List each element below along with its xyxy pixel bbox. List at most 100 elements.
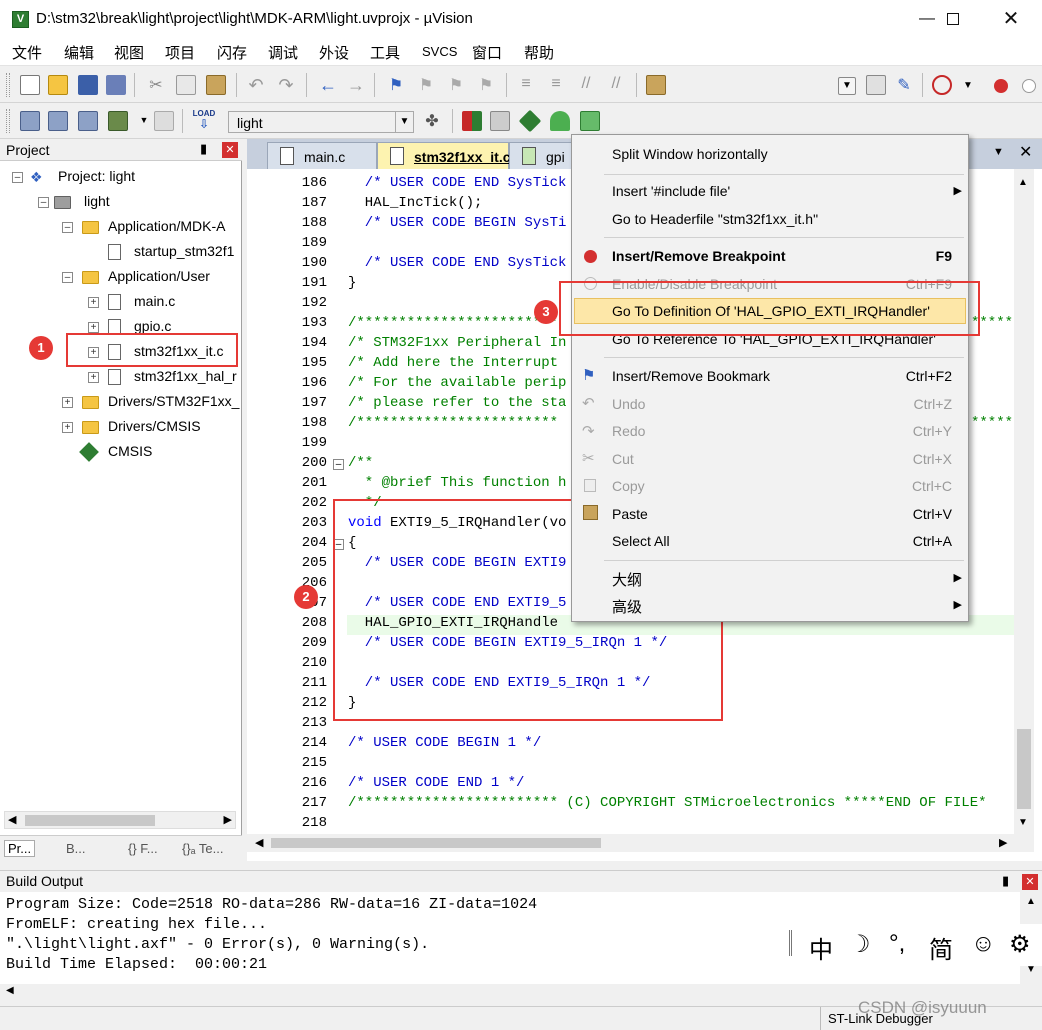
nav-back-icon[interactable]: ← bbox=[318, 75, 338, 95]
paste-icon[interactable] bbox=[206, 75, 226, 95]
tree-target-light[interactable]: light bbox=[84, 193, 110, 209]
find-icon[interactable] bbox=[866, 75, 886, 95]
manage-project-icon[interactable] bbox=[462, 111, 482, 131]
tree-component-cmsis[interactable]: CMSIS bbox=[108, 443, 152, 459]
collapse-icon[interactable]: – bbox=[62, 272, 73, 283]
tab-books[interactable]: B... bbox=[66, 841, 86, 856]
menu-debug[interactable]: 调试 bbox=[268, 42, 298, 63]
save-all-icon[interactable] bbox=[106, 75, 126, 95]
menu-item-outline[interactable]: 大纲 bbox=[612, 569, 642, 590]
pin-icon[interactable]: ▮ bbox=[200, 141, 207, 157]
gear-icon[interactable]: ⚙ bbox=[1009, 930, 1031, 959]
new-file-icon[interactable] bbox=[20, 75, 40, 95]
ime-grip[interactable] bbox=[789, 930, 792, 956]
incremental-find-icon[interactable]: ✎ bbox=[894, 75, 914, 95]
tree-group-user[interactable]: Application/User bbox=[108, 268, 210, 284]
tab-templates[interactable]: {}ₐ Te... bbox=[182, 841, 223, 856]
menu-edit[interactable]: 编辑 bbox=[64, 42, 94, 63]
batch-dropdown-icon[interactable]: ▼ bbox=[134, 115, 154, 135]
scroll-left-icon[interactable]: ◀ bbox=[6, 985, 14, 996]
tab-list-icon[interactable]: ▼ bbox=[993, 146, 1004, 158]
close-tab-icon[interactable]: ✕ bbox=[1019, 142, 1032, 162]
scroll-right-icon[interactable]: ▶ bbox=[999, 836, 1007, 849]
scroll-thumb[interactable] bbox=[271, 838, 601, 848]
uncomment-icon[interactable]: // bbox=[606, 75, 626, 95]
scroll-left-icon[interactable]: ◀ bbox=[8, 813, 16, 826]
project-hscrollbar[interactable]: ◀ ▶ bbox=[4, 811, 236, 829]
menu-tools[interactable]: 工具 bbox=[370, 42, 400, 63]
menu-help[interactable]: 帮助 bbox=[524, 42, 554, 63]
tree-group-drivers-hal[interactable]: Drivers/STM32F1xx_ bbox=[108, 393, 239, 409]
dropdown-icon[interactable]: ▼ bbox=[838, 77, 856, 95]
editor-hscrollbar[interactable]: ◀ ▶ bbox=[247, 834, 1034, 852]
build-icon[interactable] bbox=[48, 111, 68, 131]
collapse-icon[interactable]: – bbox=[62, 222, 73, 233]
disable-breakpoint-icon[interactable] bbox=[1022, 79, 1036, 93]
menu-window[interactable]: 窗口 bbox=[472, 42, 502, 63]
menu-item-bookmark[interactable]: Insert/Remove Bookmark bbox=[612, 368, 770, 384]
close-panel-icon[interactable]: ✕ bbox=[222, 142, 238, 158]
ime-simplified-toggle[interactable]: 简 bbox=[929, 930, 953, 965]
tree-file-startup[interactable]: startup_stm32f1 bbox=[134, 243, 234, 259]
menu-item-insert-breakpoint[interactable]: Insert/Remove Breakpoint bbox=[612, 248, 786, 264]
maximize-button[interactable] bbox=[930, 4, 976, 34]
menu-item-advanced[interactable]: 高级 bbox=[612, 596, 642, 617]
open-file-icon[interactable] bbox=[48, 75, 68, 95]
menu-project[interactable]: 项目 bbox=[165, 42, 195, 63]
emoji-icon[interactable]: ☺ bbox=[971, 930, 996, 958]
menu-svcs[interactable]: SVCS bbox=[422, 44, 457, 59]
menu-item-copy[interactable]: Copy bbox=[612, 478, 645, 494]
menu-item-goto-header[interactable]: Go to Headerfile "stm32f1xx_it.h" bbox=[612, 211, 818, 227]
translate-icon[interactable] bbox=[20, 111, 40, 131]
clear-bookmarks-icon[interactable]: ⚑ bbox=[476, 75, 496, 95]
editor-vscrollbar[interactable]: ▲ ▼ bbox=[1014, 169, 1034, 834]
rebuild-icon[interactable] bbox=[78, 111, 98, 131]
tab-functions[interactable]: {} F... bbox=[128, 841, 158, 856]
menu-peripherals[interactable]: 外设 bbox=[319, 42, 349, 63]
expand-icon[interactable]: + bbox=[62, 422, 73, 433]
scroll-up-icon[interactable]: ▲ bbox=[1026, 896, 1036, 907]
target-select[interactable]: light ▼ bbox=[228, 111, 414, 133]
unindent-icon[interactable]: ≡ bbox=[546, 75, 566, 95]
expand-icon[interactable]: + bbox=[88, 297, 99, 308]
menu-item-split-window[interactable]: Split Window horizontally bbox=[612, 146, 768, 162]
undo-icon[interactable]: ↶ bbox=[246, 75, 266, 95]
menu-flash[interactable]: 闪存 bbox=[217, 42, 247, 63]
expand-icon[interactable]: + bbox=[88, 322, 99, 333]
target-options-icon[interactable]: ✤ bbox=[422, 111, 442, 131]
bookmark-icon[interactable]: ⚑ bbox=[386, 75, 406, 95]
scroll-right-icon[interactable]: ▶ bbox=[224, 813, 232, 826]
menu-item-paste[interactable]: Paste bbox=[612, 506, 648, 522]
collapse-icon[interactable]: – bbox=[12, 172, 23, 183]
cut-icon[interactable]: ✂ bbox=[146, 75, 166, 95]
tree-file-hal-msp[interactable]: stm32f1xx_hal_r bbox=[134, 368, 237, 384]
menu-item-select-all[interactable]: Select All bbox=[612, 533, 670, 549]
next-bookmark-icon[interactable]: ⚑ bbox=[446, 75, 466, 95]
tab-stm32f1xx-it-c[interactable]: stm32f1xx_it.c bbox=[377, 142, 511, 169]
tree-project-root[interactable]: Project: light bbox=[58, 168, 135, 184]
tree-group-mdk[interactable]: Application/MDK-A bbox=[108, 218, 226, 234]
pin-icon[interactable]: ▮ bbox=[1002, 873, 1009, 889]
tree-file-main[interactable]: main.c bbox=[134, 293, 175, 309]
scroll-up-icon[interactable]: ▲ bbox=[1018, 177, 1028, 188]
tree-file-gpio[interactable]: gpio.c bbox=[134, 318, 171, 334]
close-panel-icon[interactable]: ✕ bbox=[1022, 874, 1038, 890]
tree-group-drivers-cmsis[interactable]: Drivers/CMSIS bbox=[108, 418, 201, 434]
prev-bookmark-icon[interactable]: ⚑ bbox=[416, 75, 436, 95]
pack-installer-icon[interactable] bbox=[550, 111, 570, 131]
menu-view[interactable]: 视图 bbox=[114, 42, 144, 63]
comment-icon[interactable]: // bbox=[576, 75, 596, 95]
copy-icon[interactable] bbox=[176, 75, 196, 95]
menu-item-redo[interactable]: Redo bbox=[612, 423, 645, 439]
breakpoint-icon[interactable] bbox=[994, 79, 1008, 93]
menu-item-cut[interactable]: Cut bbox=[612, 451, 634, 467]
tab-project[interactable]: Pr... bbox=[4, 840, 36, 857]
tab-gpio-c[interactable]: gpi bbox=[509, 142, 579, 169]
tab-main-c[interactable]: main.c bbox=[267, 142, 377, 169]
debug-dropdown-icon[interactable]: ▼ bbox=[958, 77, 978, 97]
find-in-files-icon[interactable] bbox=[646, 75, 666, 95]
menu-item-undo[interactable]: Undo bbox=[612, 396, 645, 412]
file-extensions-icon[interactable] bbox=[490, 111, 510, 131]
batch-build-icon[interactable] bbox=[108, 111, 128, 131]
menu-file[interactable]: 文件 bbox=[12, 42, 42, 63]
